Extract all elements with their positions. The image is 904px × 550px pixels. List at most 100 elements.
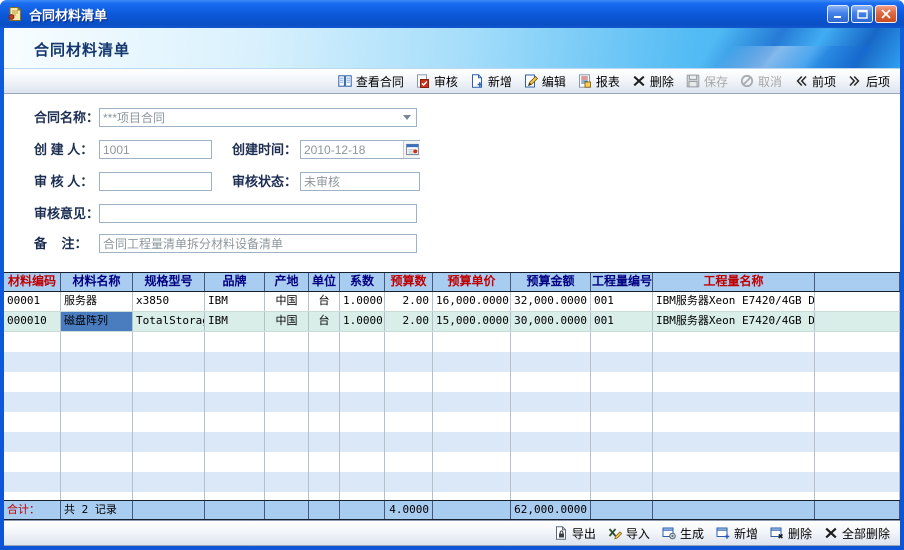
empty-cell	[133, 372, 205, 392]
add-doc-icon	[470, 74, 484, 88]
empty-cell	[385, 372, 433, 392]
table-cell-brand[interactable]: IBM	[205, 312, 265, 331]
table-cell-budget-qty[interactable]: 2.00	[385, 292, 433, 311]
header-swoosh-decoration	[647, 46, 872, 68]
maximize-button[interactable]	[851, 5, 873, 23]
import-button[interactable]: 导入	[602, 525, 656, 542]
view-contract-button[interactable]: 查看合同	[332, 73, 410, 90]
empty-cell	[205, 432, 265, 452]
add-new-button[interactable]: 新增	[464, 73, 518, 90]
table-cell-material-name[interactable]: 磁盘阵列	[61, 312, 133, 331]
table-cell-origin[interactable]: 中国	[265, 292, 309, 311]
creator-field[interactable]	[99, 140, 212, 159]
table-cell-coefficient[interactable]: 1.0000	[340, 292, 385, 311]
delete-row-button[interactable]: 删除	[764, 525, 818, 542]
chevron-down-icon[interactable]	[403, 115, 411, 120]
table-cell-filler[interactable]	[815, 312, 900, 331]
empty-cell	[591, 332, 653, 352]
reviewer-field[interactable]	[99, 172, 212, 191]
export-button[interactable]: 导出	[548, 525, 602, 542]
toolbar-button-label: 新增	[734, 525, 758, 542]
table-cell-material-code[interactable]: 00001	[4, 292, 61, 311]
edit-icon	[524, 74, 538, 88]
empty-cell	[309, 372, 340, 392]
cancel-button[interactable]: 取消	[734, 73, 788, 90]
empty-cell	[4, 392, 61, 412]
table-cell-boq-name[interactable]: IBM服务器Xeon E7420/4GB DD	[653, 292, 815, 311]
empty-cell	[511, 492, 591, 500]
table-cell-budget-price[interactable]: 16,000.0000	[433, 292, 511, 311]
create-time-field[interactable]	[300, 140, 420, 159]
review-status-field[interactable]	[300, 172, 420, 191]
toolbar-button-label: 报表	[596, 73, 620, 90]
next-item-button[interactable]: 后项	[842, 73, 896, 90]
table-cell-filler[interactable]	[815, 292, 900, 311]
total-cell-brand	[205, 501, 265, 519]
empty-cell	[61, 432, 133, 452]
empty-cell	[385, 492, 433, 500]
empty-cell	[591, 352, 653, 372]
table-cell-budget-qty[interactable]: 2.00	[385, 312, 433, 331]
prev-item-button[interactable]: 前项	[788, 73, 842, 90]
empty-cell	[4, 412, 61, 432]
edit-button[interactable]: 编辑	[518, 73, 572, 90]
empty-cell	[511, 332, 591, 352]
delete-button[interactable]: 删除	[626, 73, 680, 90]
remark-field[interactable]	[99, 234, 417, 253]
empty-cell	[265, 432, 309, 452]
total-cell-spec-model	[133, 501, 205, 519]
total-cell-budget-amount: 62,000.0000	[511, 501, 591, 519]
empty-cell	[385, 392, 433, 412]
calendar-picker-button[interactable]	[403, 141, 420, 158]
empty-cell	[205, 372, 265, 392]
save-button[interactable]: 保存	[680, 73, 734, 90]
empty-cell	[340, 492, 385, 500]
table-cell-budget-amount[interactable]: 30,000.0000	[511, 312, 591, 331]
contract-name-combobox[interactable]	[99, 108, 417, 127]
table-cell-boq-name[interactable]: IBM服务器Xeon E7420/4GB DD	[653, 312, 815, 331]
empty-cell	[4, 352, 61, 372]
empty-cell	[265, 332, 309, 352]
table-cell-boq-code[interactable]: 001	[591, 312, 653, 331]
empty-cell	[265, 352, 309, 372]
empty-cell	[309, 352, 340, 372]
table-cell-brand[interactable]: IBM	[205, 292, 265, 311]
table-cell-spec-model[interactable]: x3850	[133, 292, 205, 311]
total-cell-budget-price	[433, 501, 511, 519]
table-cell-unit[interactable]: 台	[309, 292, 340, 311]
prev-icon	[794, 74, 808, 88]
toolbar-button-label: 删除	[650, 73, 674, 90]
table-cell-origin[interactable]: 中国	[265, 312, 309, 331]
empty-cell	[433, 492, 511, 500]
review-opinion-field[interactable]	[99, 204, 417, 223]
total-cell-material-code: 合计：	[4, 501, 61, 519]
empty-cell	[433, 332, 511, 352]
empty-cell	[309, 412, 340, 432]
table-cell-unit[interactable]: 台	[309, 312, 340, 331]
empty-cell	[591, 452, 653, 472]
table-cell-material-name[interactable]: 服务器	[61, 292, 133, 311]
table-cell-budget-amount[interactable]: 32,000.0000	[511, 292, 591, 311]
add-row-button[interactable]: 新增	[710, 525, 764, 542]
audit-button[interactable]: 审核	[410, 73, 464, 90]
minimize-button[interactable]	[827, 5, 849, 23]
table-cell-boq-code[interactable]: 001	[591, 292, 653, 311]
close-button[interactable]	[875, 5, 897, 23]
table-cell-spec-model[interactable]: TotalStorag	[133, 312, 205, 331]
delete-all-button[interactable]: 全部删除	[818, 525, 896, 542]
empty-cell	[133, 332, 205, 352]
table-cell-material-code[interactable]: 000010	[4, 312, 61, 331]
report-button[interactable]: 报表	[572, 73, 626, 90]
empty-cell	[4, 332, 61, 352]
generate-button[interactable]: 生成	[656, 525, 710, 542]
empty-cell	[511, 412, 591, 432]
col-header-budget-qty: 预算数	[385, 273, 433, 291]
empty-cell	[591, 372, 653, 392]
empty-cell	[265, 372, 309, 392]
col-header-unit: 单位	[309, 273, 340, 291]
table-cell-coefficient[interactable]: 1.0000	[340, 312, 385, 331]
col-header-material-name: 材料名称	[61, 273, 133, 291]
total-cell-coefficient	[340, 501, 385, 519]
total-cell-boq-name	[653, 501, 815, 519]
table-cell-budget-price[interactable]: 15,000.0000	[433, 312, 511, 331]
